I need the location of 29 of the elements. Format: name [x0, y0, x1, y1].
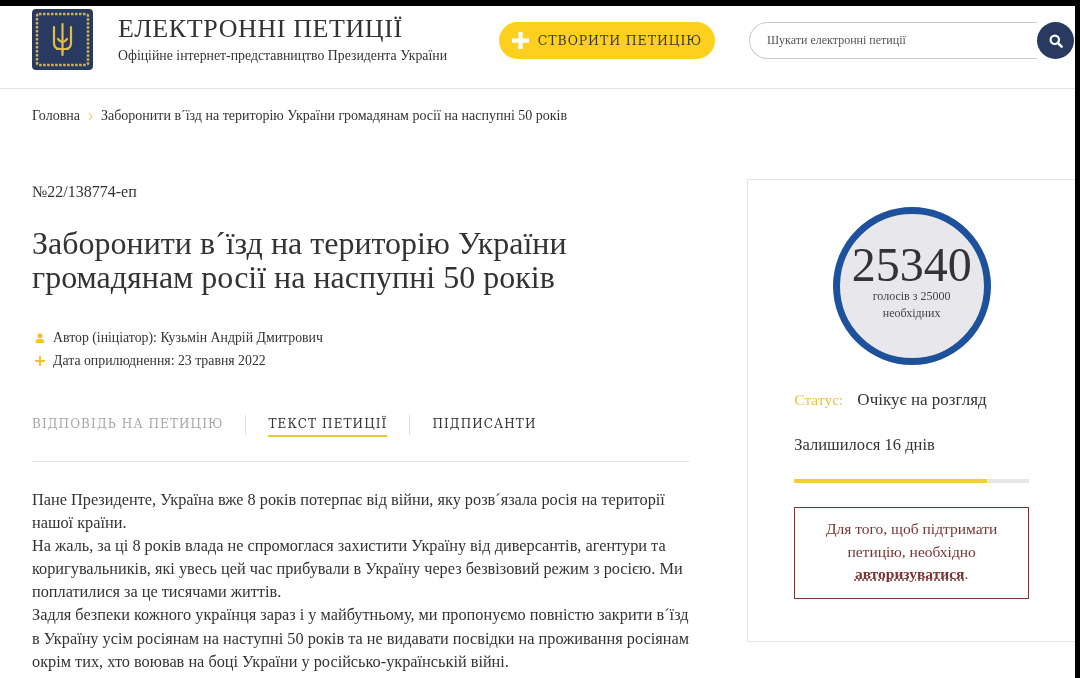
login-link[interactable]: авторизуватися — [854, 565, 965, 582]
user-icon — [35, 332, 45, 343]
petition-number: №22/138774-еп — [32, 182, 138, 202]
search-icon — [1048, 33, 1063, 48]
status-label: Статус: — [794, 390, 844, 410]
breadcrumb-current: Заборонити в´їзд на територію України громадянам росії на наспупні 50 років — [101, 107, 568, 125]
petition-paragraph: Пане Президенте, Україна вже 8 років потерпає від війни, яку розв´язала росія на території нашої країни. — [32, 489, 666, 535]
chevron-icon — [88, 111, 93, 121]
petition-paragraph: Задля безпеки кожного українця зараз і у майбутньому, ми пропонуємо повністю закрити в´їзд в Україну усім росіянам на наступні 50 років та не видавати посвідки на проживання росіянам окрім тих, хто воював на боці України у російсько-українській війні. — [32, 604, 690, 673]
create-petition-button[interactable]: СТВОРИТИ ПЕТИЦІЮ — [499, 22, 715, 59]
publish-date: Дата оприлюднення: 23 травня 2022 — [53, 351, 266, 370]
days-remaining: Залишилося 16 днів — [794, 434, 936, 456]
petition-title: Заборонити в´їзд на територію України громадянам росії на наспупні 50 років — [32, 226, 568, 294]
tab[interactable]: ПІДПИСАНТИ — [432, 415, 537, 437]
site-title: ЕЛЕКТРОННІ ПЕТИЦІЇ — [118, 14, 404, 44]
status-value: Очікує на розгляд — [857, 389, 987, 411]
plus-icon — [511, 32, 529, 49]
trident-logo[interactable] — [32, 9, 93, 70]
tab[interactable]: ТЕКСТ ПЕТИЦІЇ — [268, 415, 388, 437]
vote-count-caption: голосів з 25000 необхідних — [871, 288, 952, 322]
search-button[interactable] — [1037, 22, 1074, 59]
author-info: Автор (ініціатор): Кузьмін Андрій Дмитрович — [53, 328, 323, 347]
vote-count: 25340 — [851, 242, 972, 288]
auth-notice: Для того, щоб підтримати петицію, необхідно авторизуватися. — [794, 507, 1029, 599]
petition-paragraph: На жаль, за ці 8 років влада не спромоглася захистити Україну від диверсантів, агентури та коригувальників, які увесь цей час прибували в Україну через безвізовий режим з росією. Ми поплатилися за це тисячами життів. — [32, 535, 684, 604]
search-field[interactable]: Шукати електронні петиції — [749, 22, 1037, 59]
plus-icon — [35, 355, 45, 366]
site-subtitle: Офіційне інтернет-представництво Президента України — [118, 48, 448, 64]
breadcrumb-link[interactable]: Головна — [32, 107, 80, 125]
